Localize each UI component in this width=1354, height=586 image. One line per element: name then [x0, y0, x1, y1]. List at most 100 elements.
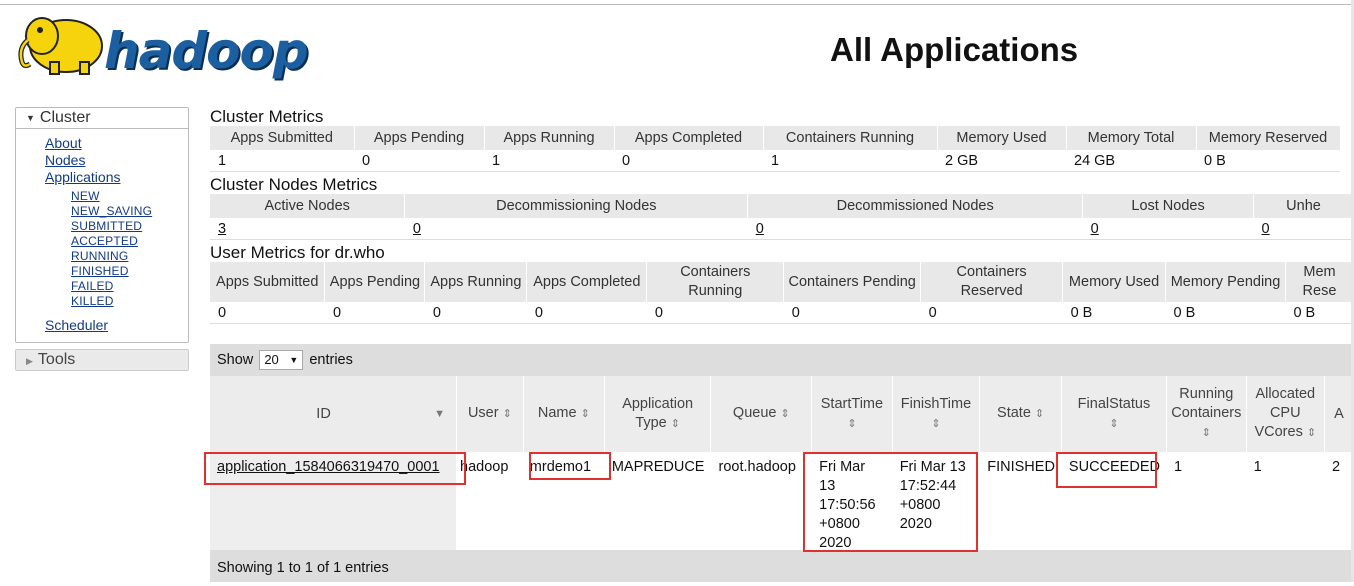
cluster-label: Cluster [39, 109, 91, 127]
user-metrics-table: Apps Submitted Apps Pending Apps Running… [210, 262, 1354, 324]
page-size-value: 20 [264, 352, 279, 368]
cell-queue: root.hadoop [710, 452, 813, 553]
metrics-area: Cluster Metrics Apps Submitted Apps Pend… [210, 104, 1354, 324]
column-header-user[interactable]: User ⇕ [456, 376, 524, 452]
sort-icon: ⇕ [670, 417, 680, 430]
cell-allocated-vcores: 1 [1246, 452, 1325, 553]
column-header-more[interactable]: A [1324, 376, 1354, 452]
metric-value: 0 [424, 302, 527, 324]
metric-value: 0 [324, 302, 425, 324]
column-header-starttime[interactable]: StartTime ⇕ [811, 376, 893, 452]
column-header-id[interactable]: ID ▼ [210, 376, 457, 452]
hadoop-logo[interactable]: hadoop [14, 8, 316, 88]
column-header-state[interactable]: State ⇕ [979, 376, 1062, 452]
table-info: Showing 1 to 1 of 1 entries [210, 550, 1354, 582]
metric-header: Mem Rese [1285, 262, 1354, 302]
page-size-select[interactable]: 20 ▼ [259, 350, 304, 371]
nav-link-nodes[interactable]: Nodes [45, 152, 188, 169]
cluster-links: About Nodes Applications NEW NEW_SAVING … [16, 129, 188, 342]
metric-header: Memory Total [1066, 126, 1197, 150]
metric-value: 0 [783, 302, 921, 324]
column-header-allocated-vcores[interactable]: Allocated CPU VCores ⇕ [1246, 376, 1325, 452]
sort-icon: ⇕ [1201, 427, 1211, 439]
sort-icon: ⇕ [1109, 417, 1119, 430]
logo-wordmark: hadoop [104, 22, 309, 80]
highlight-box-id [204, 452, 466, 485]
unhealthy-nodes-link[interactable]: 0 [1262, 221, 1270, 237]
nav-link-running[interactable]: RUNNING [71, 249, 188, 264]
nav-link-new-saving[interactable]: NEW_SAVING [71, 204, 188, 219]
nav-link-about[interactable]: About [45, 135, 188, 152]
sort-desc-icon: ▼ [434, 407, 445, 420]
cell-more: 2 [1324, 452, 1354, 553]
nav-link-scheduler[interactable]: Scheduler [45, 317, 188, 334]
cell-user: hadoop [456, 452, 524, 553]
metric-value: 0 B [1165, 302, 1286, 324]
metric-value: 2 GB [937, 150, 1066, 172]
lost-nodes-link[interactable]: 0 [1091, 221, 1099, 237]
user-metrics-title: User Metrics for dr.who [210, 243, 385, 262]
chevron-down-icon: ▼ [289, 355, 299, 366]
cluster-panel: ▼ Cluster About Nodes Applications NEW NE… [15, 107, 189, 343]
metric-header: Apps Pending [354, 126, 485, 150]
entries-label: entries [309, 352, 353, 368]
elephant-icon [18, 17, 103, 75]
metric-value: 0 [646, 302, 784, 324]
metric-value: 0 [354, 150, 484, 172]
nav-link-finished[interactable]: FINISHED [71, 264, 188, 279]
nodes-metrics-title: Cluster Nodes Metrics [210, 175, 378, 194]
table-length-bar: Show 20 ▼ entries [210, 344, 1354, 376]
tools-header[interactable]: ▶ Tools [15, 349, 189, 371]
tools-label: Tools [37, 351, 76, 368]
column-header-running-containers[interactable]: Running Containers ⇕ [1166, 376, 1247, 452]
metric-value: 0 [526, 302, 647, 324]
sort-icon: ⇕ [1306, 427, 1317, 439]
sidebar: ▼ Cluster About Nodes Applications NEW NE… [15, 107, 189, 371]
metric-value: 0 [210, 302, 325, 324]
cluster-header[interactable]: ▼ Cluster [16, 108, 188, 129]
column-header-name[interactable]: Name ⇕ [523, 376, 605, 452]
sort-icon: ⇕ [502, 408, 512, 420]
show-label: Show [217, 352, 254, 368]
active-nodes-link[interactable]: 3 [218, 221, 226, 237]
nav-link-failed[interactable]: FAILED [71, 279, 188, 294]
metric-header: Apps Running [484, 126, 615, 150]
metric-header: Containers Reserved [920, 262, 1064, 302]
top-border [0, 4, 1354, 5]
metric-value: 1 [484, 150, 614, 172]
metric-header: Lost Nodes [1082, 194, 1255, 218]
metric-header: Containers Running [646, 262, 785, 302]
nav-link-killed[interactable]: KILLED [71, 294, 188, 309]
metric-value: 0 B [1062, 302, 1166, 324]
column-header-finishtime[interactable]: FinishTime ⇕ [892, 376, 981, 452]
metric-header: Decommissioning Nodes [404, 194, 749, 218]
metric-header: Memory Pending [1165, 262, 1286, 302]
metric-value: 0 B [1196, 150, 1340, 172]
highlight-box-times [803, 452, 978, 552]
cell-state: FINISHED [979, 452, 1062, 553]
highlight-box-name [529, 452, 611, 480]
metric-header: Apps Submitted [210, 262, 326, 302]
nav-link-new[interactable]: NEW [71, 189, 188, 204]
sort-icon: ⇕ [931, 417, 941, 430]
metric-header: Apps Completed [614, 126, 764, 150]
metric-header: Apps Completed [526, 262, 648, 302]
metric-header: Apps Pending [324, 262, 426, 302]
column-header-finalstatus[interactable]: FinalStatus ⇕ [1061, 376, 1167, 452]
metric-value: 0 [614, 150, 763, 172]
metric-value: 0 [920, 302, 1063, 324]
metric-value: 1 [210, 150, 354, 172]
metric-header: Memory Used [937, 126, 1067, 150]
nav-link-accepted[interactable]: ACCEPTED [71, 234, 188, 249]
sort-icon: ⇕ [780, 408, 790, 420]
decommissioning-nodes-link[interactable]: 0 [413, 221, 421, 237]
nav-link-submitted[interactable]: SUBMITTED [71, 219, 188, 234]
nav-link-applications[interactable]: Applications [45, 169, 188, 186]
metric-value: 24 GB [1066, 150, 1196, 172]
metric-value: 0 B [1285, 302, 1354, 324]
cluster-metrics-title: Cluster Metrics [210, 107, 324, 126]
cluster-metrics-table: Apps Submitted Apps Pending Apps Running… [210, 126, 1341, 172]
column-header-type[interactable]: Application Type ⇕ [604, 376, 712, 452]
column-header-queue[interactable]: Queue ⇕ [710, 376, 813, 452]
decommissioned-nodes-link[interactable]: 0 [756, 221, 764, 237]
